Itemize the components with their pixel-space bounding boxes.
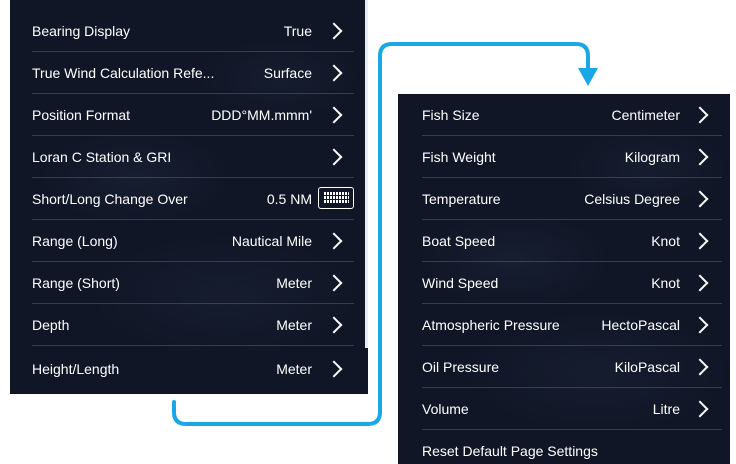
menu-row-loran-c-station[interactable]: Loran C Station & GRI [32,136,354,178]
row-value: DDD°MM.mmm' [211,107,312,123]
menu-row-range-short[interactable]: Range (Short) Meter [32,262,354,304]
menu-row-range-long[interactable]: Range (Long) Nautical Mile [32,220,354,262]
row-value: Knot [651,233,680,249]
menu-row-wind-speed[interactable]: Wind Speed Knot [422,262,722,304]
chevron-right-icon [691,400,709,418]
units-settings-panel-bottom: Fish Size Centimeter Fish Weight Kilogra… [398,94,730,464]
scrollbar[interactable] [365,0,368,348]
chevron-right-icon [325,64,343,82]
menu-row-temperature[interactable]: Temperature Celsius Degree [422,178,722,220]
row-value: Meter [276,361,312,377]
chevron-right-icon [325,106,343,124]
row-value: True [283,23,312,39]
row-label: Reset Default Page Settings [422,443,598,459]
row-label: Bearing Display [32,23,131,39]
row-label: Atmospheric Pressure [422,317,560,333]
row-label: Boat Speed [422,233,496,249]
reset-default-page-settings-button[interactable]: Reset Default Page Settings [422,430,722,464]
chevron-right-icon [325,274,343,292]
menu-row-position-format[interactable]: Position Format DDD°MM.mmm' [32,94,354,136]
row-value: Celsius Degree [584,191,680,207]
menu-row-depth[interactable]: Depth Meter [32,304,354,346]
chevron-right-icon [325,360,343,378]
row-label: Fish Size [422,107,480,123]
row-value: Knot [651,275,680,291]
menu-row-bearing-display[interactable]: Bearing Display True [32,10,354,52]
row-label: Volume [422,401,469,417]
row-label: Oil Pressure [422,359,500,375]
row-value: Meter [276,275,312,291]
menu-row-boat-speed[interactable]: Boat Speed Knot [422,220,722,262]
row-value: Meter [276,317,312,333]
row-value: Centimeter [611,107,680,123]
chevron-right-icon [691,106,709,124]
units-settings-panel-top: Bearing Display True True Wind Calculati… [10,0,368,394]
row-label: Loran C Station & GRI [32,149,172,165]
row-value: Surface [263,65,312,81]
menu-row-true-wind-calculation-reference[interactable]: True Wind Calculation Refe... Surface [32,52,354,94]
row-value: 0.5 NM [266,191,312,207]
row-label: Temperature [422,191,501,207]
chevron-right-icon [691,358,709,376]
menu-row-short-long-change-over[interactable]: Short/Long Change Over 0.5 NM [32,178,354,220]
chevron-right-icon [325,316,343,334]
row-value: HectoPascal [601,317,680,333]
chevron-right-icon [325,232,343,250]
chevron-right-icon [691,190,709,208]
chevron-right-icon [691,274,709,292]
row-value: Litre [652,401,680,417]
row-value: KiloPascal [614,359,680,375]
row-value: Nautical Mile [231,233,312,249]
menu-row-volume[interactable]: Volume Litre [422,388,722,430]
row-label: Range (Short) [32,275,120,291]
row-label: Height/Length [32,361,120,377]
menu-row-oil-pressure[interactable]: Oil Pressure KiloPascal [422,346,722,388]
chevron-right-icon [691,148,709,166]
row-value: Kilogram [624,149,680,165]
row-label: Depth [32,317,70,333]
menu-row-height-length[interactable]: Height/Length Meter [32,348,354,390]
menu-row-fish-size[interactable]: Fish Size Centimeter [422,94,722,136]
row-label: Wind Speed [422,275,499,291]
menu-row-fish-weight[interactable]: Fish Weight Kilogram [422,136,722,178]
row-label: True Wind Calculation Refe... [32,65,215,81]
row-label: Range (Long) [32,233,118,249]
row-label: Short/Long Change Over [32,191,188,207]
chevron-right-icon [325,148,343,166]
chevron-right-icon [691,232,709,250]
chevron-right-icon [325,22,343,40]
row-label: Position Format [32,107,131,123]
arrow-down-icon [578,68,598,86]
menu-row-atmospheric-pressure[interactable]: Atmospheric Pressure HectoPascal [422,304,722,346]
row-label: Fish Weight [422,149,496,165]
keyboard-icon[interactable] [318,187,354,209]
chevron-right-icon [691,316,709,334]
